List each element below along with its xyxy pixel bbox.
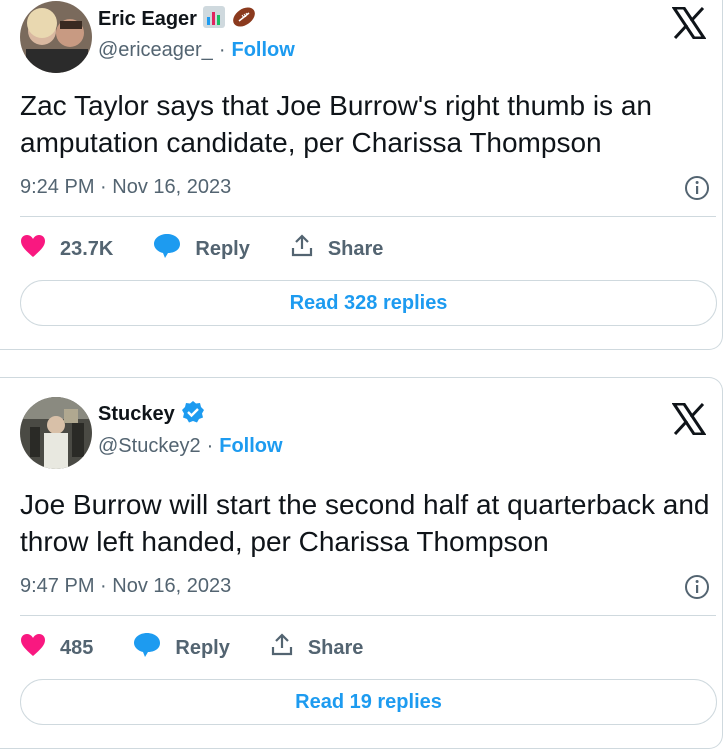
tweet-card: Eric Eager @ericeager_ · Follow Zac Tayl… bbox=[0, 0, 723, 350]
share-label: Share bbox=[307, 636, 364, 659]
action-bar: 23.7K Reply Share bbox=[20, 233, 423, 265]
read-replies-button[interactable]: Read 328 replies bbox=[20, 280, 717, 326]
share-label: Share bbox=[327, 237, 384, 260]
share-button[interactable]: Share bbox=[270, 633, 364, 663]
action-bar: 485 Reply Share bbox=[20, 632, 403, 664]
handle-row: @Stuckey2 · Follow bbox=[98, 435, 283, 458]
verified-badge-icon bbox=[181, 400, 205, 429]
author-handle[interactable]: @Stuckey2 bbox=[98, 435, 201, 458]
info-icon[interactable] bbox=[684, 574, 710, 600]
tweet-header: Eric Eager @ericeager_ · Follow bbox=[20, 1, 710, 73]
divider bbox=[20, 216, 716, 217]
share-icon bbox=[290, 234, 314, 264]
tweet-timestamp[interactable]: 9:47 PM · Nov 16, 2023 bbox=[20, 575, 231, 598]
reply-button[interactable]: Reply bbox=[153, 233, 250, 265]
follow-button[interactable]: Follow bbox=[219, 435, 282, 458]
share-icon bbox=[270, 633, 294, 663]
like-count: 23.7K bbox=[60, 237, 114, 260]
like-count: 485 bbox=[60, 636, 94, 659]
like-button[interactable]: 23.7K bbox=[20, 234, 113, 264]
info-icon[interactable] bbox=[684, 175, 710, 201]
author-handle[interactable]: @ericeager_ bbox=[98, 39, 213, 62]
bar-chart-emoji-icon bbox=[202, 6, 225, 33]
tweet-text: Zac Taylor says that Joe Burrow's right … bbox=[20, 90, 652, 158]
author-name[interactable]: Eric Eager bbox=[98, 8, 197, 31]
reply-label: Reply bbox=[175, 636, 230, 659]
divider bbox=[20, 615, 716, 616]
avatar[interactable] bbox=[20, 397, 92, 469]
x-logo-icon[interactable] bbox=[671, 402, 707, 436]
x-logo-icon[interactable] bbox=[671, 6, 707, 40]
author-row: Eric Eager bbox=[98, 4, 257, 35]
follow-button[interactable]: Follow bbox=[231, 39, 294, 62]
avatar[interactable] bbox=[20, 1, 92, 73]
dot-separator: · bbox=[206, 435, 214, 457]
author-row: Stuckey bbox=[98, 400, 205, 429]
tweet-card: Stuckey @Stuckey2 · Follow Joe Burrow wi… bbox=[0, 377, 723, 749]
tweet-text: Joe Burrow will start the second half at… bbox=[20, 489, 710, 557]
read-replies-button[interactable]: Read 19 replies bbox=[20, 679, 717, 725]
handle-row: @ericeager_ · Follow bbox=[98, 39, 295, 62]
share-button[interactable]: Share bbox=[290, 234, 384, 264]
speech-bubble-icon bbox=[153, 233, 181, 265]
football-emoji-icon bbox=[231, 4, 257, 35]
heart-icon bbox=[20, 234, 46, 264]
tweet-header: Stuckey @Stuckey2 · Follow bbox=[20, 397, 710, 469]
heart-icon bbox=[20, 633, 46, 663]
tweet-timestamp[interactable]: 9:24 PM · Nov 16, 2023 bbox=[20, 176, 231, 199]
speech-bubble-icon bbox=[133, 632, 161, 664]
reply-button[interactable]: Reply bbox=[133, 632, 230, 664]
author-name[interactable]: Stuckey bbox=[98, 403, 175, 426]
dot-separator: · bbox=[218, 39, 226, 61]
reply-label: Reply bbox=[195, 237, 250, 260]
like-button[interactable]: 485 bbox=[20, 633, 93, 663]
